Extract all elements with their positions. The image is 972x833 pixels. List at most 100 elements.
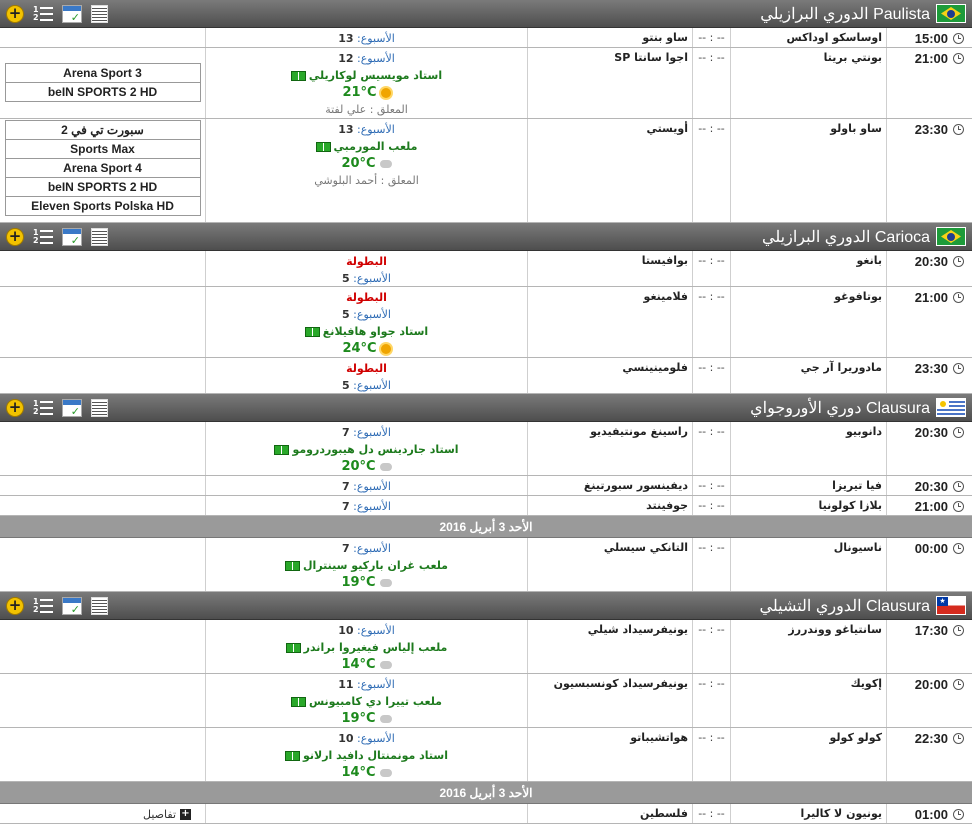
- channels: Arena Sport 3 beIN SPORTS 2 HD: [0, 48, 205, 118]
- home-team[interactable]: فيا تيريزا: [730, 476, 886, 495]
- standings-table-icon[interactable]: [91, 398, 108, 417]
- channel-item[interactable]: beIN SPORTS 2 HD: [4, 177, 201, 197]
- away-team[interactable]: فلسطين: [527, 804, 692, 823]
- away-team[interactable]: هواتشيباتو: [527, 728, 692, 781]
- channels: [0, 422, 205, 475]
- temperature: 14°C: [341, 765, 376, 780]
- channel-item[interactable]: Arena Sport 4: [4, 158, 201, 178]
- calendar-icon[interactable]: [62, 4, 82, 24]
- calendar-icon[interactable]: [62, 596, 82, 616]
- weather: 24°C: [342, 340, 391, 357]
- home-team[interactable]: بانغو: [730, 251, 886, 286]
- away-team[interactable]: ساو بنتو: [527, 28, 692, 47]
- home-team[interactable]: ساو باولو: [730, 119, 886, 222]
- standings-table-icon[interactable]: [91, 227, 108, 246]
- calendar-icon[interactable]: [62, 398, 82, 418]
- details-link[interactable]: تفاصيل +: [4, 806, 201, 821]
- add-icon[interactable]: +: [6, 398, 24, 417]
- ordered-list-icon[interactable]: 12: [33, 5, 53, 23]
- match-row[interactable]: 20:00 إكويك -- : -- يونيفرسيداد كونسبسيون ال…: [0, 674, 972, 728]
- home-team[interactable]: بوتافوغو: [730, 287, 886, 357]
- cloud-icon: [379, 712, 392, 723]
- channel-item[interactable]: Sports Max: [4, 139, 201, 159]
- week-info: الأسبوع: 13: [338, 30, 395, 47]
- week-number: 7: [342, 426, 350, 439]
- home-team[interactable]: ناسيونال: [730, 538, 886, 591]
- away-team[interactable]: يونيفرسيداد شيلي: [527, 620, 692, 673]
- home-team[interactable]: بلازا كولونيا: [730, 496, 886, 515]
- stadium[interactable]: استاد مويسيس لوكاريلي: [290, 67, 443, 84]
- ordered-list-icon[interactable]: 12: [33, 597, 53, 615]
- clock-icon: [953, 481, 964, 492]
- sun-icon: [380, 87, 391, 98]
- stadium[interactable]: استاد جاردينس دل هيبوردرومو: [274, 441, 459, 458]
- match-row[interactable]: 21:00 بونتي بريتا -- : -- اجوا سانتا SP الأس…: [0, 48, 972, 119]
- week-info: الأسبوع: 12: [338, 50, 395, 67]
- home-team[interactable]: سانتياغو ووندررز: [730, 620, 886, 673]
- match-row[interactable]: 22:30 كولو كولو -- : -- هواتشيباتو الأسبوع: …: [0, 728, 972, 782]
- league-title[interactable]: الدوري البرازيلي Carioca: [762, 227, 966, 247]
- clock-icon: [953, 809, 964, 820]
- match-row[interactable]: 17:30 سانتياغو ووندررز -- : -- يونيفرسيداد …: [0, 620, 972, 674]
- add-icon[interactable]: +: [6, 227, 24, 246]
- weather: 20°C: [341, 458, 392, 475]
- away-team[interactable]: اجوا سانتا SP: [527, 48, 692, 118]
- away-team[interactable]: ديفينسور سبورتينغ: [527, 476, 692, 495]
- stadium-name: استاد مويسيس لوكاريلي: [308, 69, 443, 82]
- home-team[interactable]: كولو كولو: [730, 728, 886, 781]
- stadium[interactable]: استاد جواو هافيلانغ: [304, 323, 428, 340]
- home-team[interactable]: مادوريرا آر جي: [730, 358, 886, 393]
- stadium[interactable]: استاد مونمنتال دافيد ارلانو: [285, 747, 448, 764]
- match-row[interactable]: 20:30 بانغو -- : -- بوافيستا البطولة الأسبوع:…: [0, 251, 972, 287]
- standings-table-icon[interactable]: [91, 596, 108, 615]
- match-row[interactable]: 23:30 ساو باولو -- : -- أويستي الأسبوع: 13 مل…: [0, 119, 972, 223]
- match-row[interactable]: 21:00 بوتافوغو -- : -- فلامينغو البطولة الأسب…: [0, 287, 972, 358]
- away-team[interactable]: فلومينينسي: [527, 358, 692, 393]
- kickoff-time: 20:30: [914, 254, 948, 269]
- stadium[interactable]: ملعب المورمبي: [315, 138, 417, 155]
- add-icon[interactable]: +: [6, 596, 24, 615]
- cloud-icon: [379, 658, 392, 669]
- home-team[interactable]: إكويك: [730, 674, 886, 727]
- match-row[interactable]: 15:00 اوساسكو اوداكس -- : -- ساو بنتو الأسبو…: [0, 28, 972, 48]
- match-row[interactable]: 23:30 مادوريرا آر جي -- : -- فلومينينسي البط…: [0, 358, 972, 394]
- match-row[interactable]: 00:00 ناسيونال -- : -- التانكي سيسلي الأسبوع…: [0, 538, 972, 592]
- standings-table-icon[interactable]: [91, 4, 108, 23]
- home-team[interactable]: اوساسكو اوداكس: [730, 28, 886, 47]
- home-team[interactable]: بونتي بريتا: [730, 48, 886, 118]
- away-team[interactable]: يونيفرسيداد كونسبسيون: [527, 674, 692, 727]
- stadium[interactable]: ملعب تييرا دي كامبيونس: [291, 693, 442, 710]
- score: -- : --: [692, 28, 730, 47]
- away-team[interactable]: بوافيستا: [527, 251, 692, 286]
- away-team[interactable]: فلامينغو: [527, 287, 692, 357]
- away-team[interactable]: أويستي: [527, 119, 692, 222]
- ordered-list-icon[interactable]: 12: [33, 228, 53, 246]
- away-team[interactable]: راسينغ مونتيفيديو: [527, 422, 692, 475]
- match-row[interactable]: 01:00 يونيون لا كاليرا -- : -- فلسطين تفاصيل…: [0, 804, 972, 824]
- league-title[interactable]: دوري الأوروجواي Clausura: [750, 398, 966, 418]
- channel-item[interactable]: Arena Sport 3: [4, 63, 201, 83]
- home-team[interactable]: دانوبيو: [730, 422, 886, 475]
- home-team[interactable]: يونيون لا كاليرا: [730, 804, 886, 823]
- match-info: البطولة الأسبوع: 5: [205, 358, 527, 393]
- away-team[interactable]: التانكي سيسلي: [527, 538, 692, 591]
- match-row[interactable]: 20:30 دانوبيو -- : -- راسينغ مونتيفيديو الأس…: [0, 422, 972, 476]
- league-title[interactable]: الدوري البرازيلي Paulista: [760, 4, 966, 24]
- channel-item[interactable]: Eleven Sports Polska HD: [4, 196, 201, 216]
- match-row[interactable]: 20:30 فيا تيريزا -- : -- ديفينسور سبورتينغ ا…: [0, 476, 972, 496]
- stadium[interactable]: ملعب إلياس فيغيروا براندر: [285, 639, 447, 656]
- cloud-icon: [379, 576, 392, 587]
- match-row[interactable]: 21:00 بلازا كولونيا -- : -- جوفينتد الأسبوع:…: [0, 496, 972, 516]
- calendar-icon[interactable]: [62, 227, 82, 247]
- match-time: 20:30: [886, 422, 972, 475]
- league-title[interactable]: الدوري التشيلي Clausura: [759, 596, 966, 616]
- pitch-icon: [304, 326, 320, 337]
- stadium[interactable]: ملعب غران باركيو سينترال: [285, 557, 448, 574]
- add-icon[interactable]: +: [6, 4, 24, 23]
- channels: تفاصيل +: [0, 804, 205, 823]
- away-team[interactable]: جوفينتد: [527, 496, 692, 515]
- channel-item[interactable]: beIN SPORTS 2 HD: [4, 82, 201, 102]
- ordered-list-icon[interactable]: 12: [33, 399, 53, 417]
- score: -- : --: [692, 620, 730, 673]
- channel-item[interactable]: سبورت تي في 2: [4, 120, 201, 140]
